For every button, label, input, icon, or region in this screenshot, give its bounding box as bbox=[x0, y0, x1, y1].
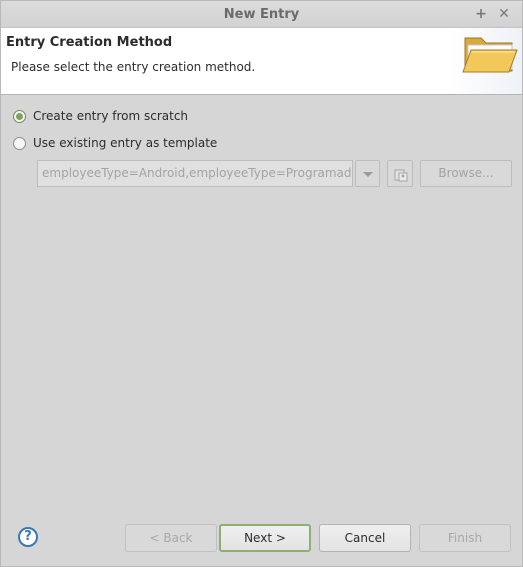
window-title: New Entry bbox=[223, 7, 300, 22]
finish-button[interactable]: Finish bbox=[419, 524, 511, 552]
option-use-template[interactable]: Use existing entry as template bbox=[13, 134, 217, 152]
chevron-down-icon[interactable] bbox=[355, 160, 380, 187]
close-button[interactable]: ✕ bbox=[494, 4, 514, 24]
page-title: Entry Creation Method bbox=[6, 35, 173, 50]
new-entry-dialog: New Entry + ✕ Entry Creation Method Plea… bbox=[0, 0, 523, 567]
browse-button[interactable]: Browse... bbox=[420, 160, 512, 187]
title-bar: New Entry + ✕ bbox=[1, 1, 522, 28]
ldap-entry-icon bbox=[394, 169, 408, 182]
back-button[interactable]: < Back bbox=[125, 524, 217, 552]
browse-entry-icon-button[interactable] bbox=[387, 160, 413, 187]
cancel-button[interactable]: Cancel bbox=[319, 524, 411, 552]
header-banner bbox=[449, 28, 522, 94]
page-description: Please select the entry creation method. bbox=[11, 60, 256, 74]
radio-button[interactable] bbox=[13, 136, 26, 150]
option-label: Use existing entry as template bbox=[33, 136, 218, 150]
maximize-button[interactable]: + bbox=[471, 4, 491, 24]
radio-button-selected[interactable] bbox=[13, 109, 26, 123]
option-create-from-scratch[interactable]: Create entry from scratch bbox=[13, 107, 188, 125]
help-icon[interactable]: ? bbox=[18, 527, 38, 547]
option-label: Create entry from scratch bbox=[33, 109, 189, 123]
next-button[interactable]: Next > bbox=[219, 524, 311, 552]
folder-open-icon bbox=[462, 37, 518, 73]
wizard-header: Entry Creation Method Please select the … bbox=[1, 28, 522, 95]
template-entry-combo[interactable]: employeeType=Android,employeeType=Progra… bbox=[37, 160, 353, 187]
